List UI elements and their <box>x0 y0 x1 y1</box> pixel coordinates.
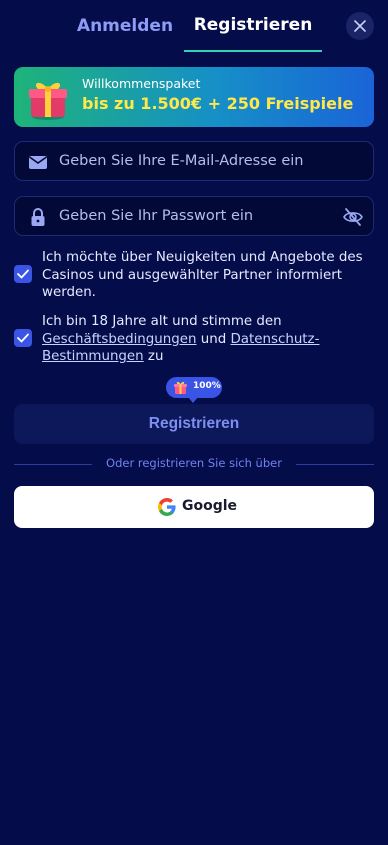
password-field[interactable] <box>14 196 374 236</box>
close-icon <box>354 20 366 32</box>
gift-icon <box>29 82 67 120</box>
progress-badge: 100% <box>166 377 222 398</box>
newsletter-checkbox[interactable] <box>14 265 32 283</box>
divider-line-right <box>296 464 374 465</box>
newsletter-consent-text: Ich möchte über Neuigkeiten und Angebote… <box>42 250 363 300</box>
email-input[interactable] <box>59 142 339 180</box>
terms-consent-text: Ich bin 18 Jahre alt und stimme den Gesc… <box>42 313 376 366</box>
divider-text: Oder registrieren Sie sich über <box>106 456 282 470</box>
terms-text-middle: und <box>196 331 231 347</box>
envelope-icon <box>29 156 47 169</box>
tab-login[interactable]: Anmelden <box>64 0 186 52</box>
checkmark-icon <box>17 333 29 343</box>
progress-badge-label: 100% <box>193 381 221 391</box>
banner-kicker: Willkommenspaket <box>82 76 201 91</box>
terms-text-before: Ich bin 18 Jahre alt und stimme den <box>42 314 282 329</box>
password-input[interactable] <box>59 197 339 235</box>
terms-text-after: zu <box>143 349 164 364</box>
welcome-banner[interactable]: Willkommenspaket bis zu 1.500€ + 250 Fre… <box>14 67 374 127</box>
google-button-label: Google <box>182 498 238 514</box>
google-signup-button[interactable]: Google <box>14 486 374 528</box>
eye-off-icon[interactable] <box>342 206 364 228</box>
tab-register[interactable]: Registrieren <box>184 0 322 52</box>
email-field[interactable] <box>14 141 374 181</box>
register-button[interactable]: Registrieren <box>14 404 374 444</box>
terms-checkbox[interactable] <box>14 329 32 347</box>
lock-icon <box>31 208 45 226</box>
banner-headline: bis zu 1.500€ + 250 Freispiele <box>82 94 354 113</box>
checkmark-icon <box>17 269 29 279</box>
auth-tabs: Anmelden Registrieren <box>0 0 388 52</box>
terms-link[interactable]: Geschäftsbedingungen <box>42 332 197 347</box>
close-button[interactable] <box>346 12 374 40</box>
google-logo-icon <box>158 498 176 516</box>
divider-line-left <box>14 464 92 465</box>
progress-badge-pointer <box>188 397 198 403</box>
gift-icon <box>174 381 187 394</box>
